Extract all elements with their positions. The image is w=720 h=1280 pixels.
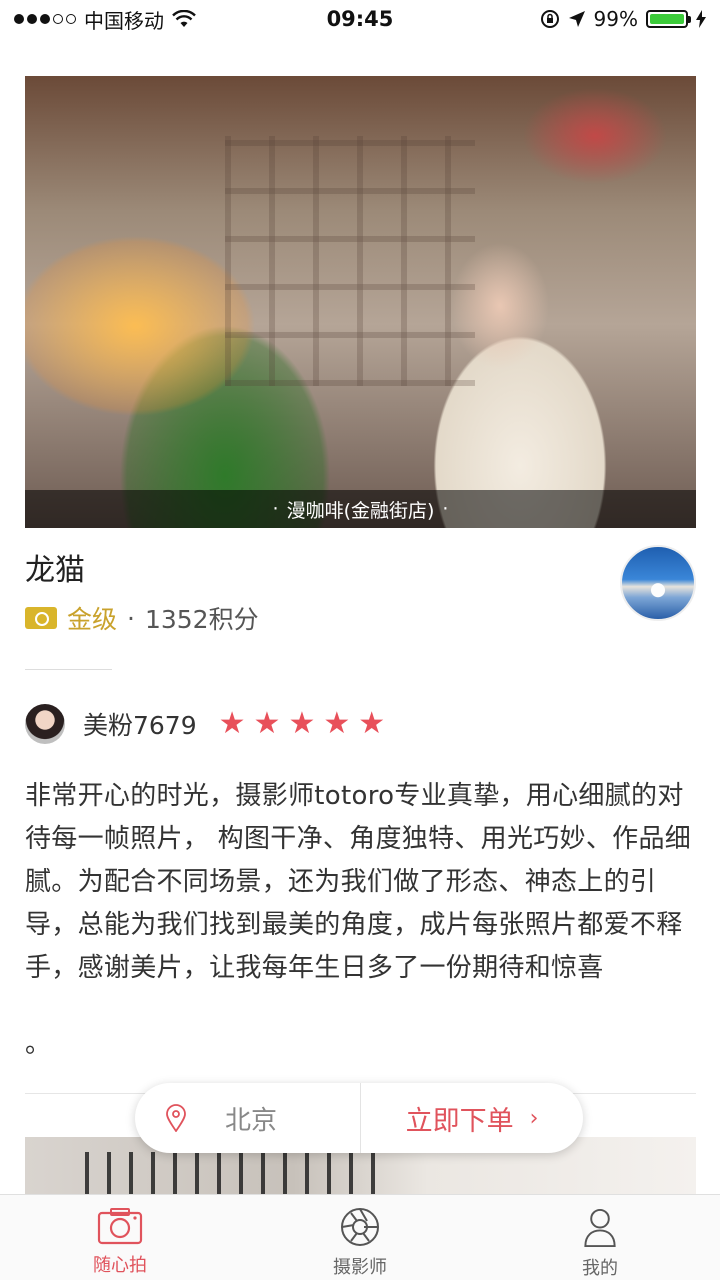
hero-photo[interactable]: · 漫咖啡(金融街店) · [25, 76, 696, 528]
status-bar: 中国移动 09:45 99% [0, 0, 720, 38]
status-left: 中国移动 [14, 5, 196, 34]
battery-percent: 99% [593, 7, 638, 31]
star-icon: ★ [323, 706, 351, 741]
review-text-end: 。 [25, 1029, 52, 1059]
tab-label: 我的 [582, 1258, 618, 1279]
order-now-button[interactable]: 立即下单 › [361, 1083, 583, 1153]
photo-background-shelves [225, 136, 475, 386]
tab-mine[interactable]: 我的 [480, 1195, 720, 1280]
chevron-right-icon: › [529, 1105, 539, 1131]
photographer-name: 龙猫 [25, 553, 85, 588]
camera-badge-icon [25, 607, 57, 629]
camera-icon [97, 1208, 143, 1245]
photo-railing [85, 1152, 385, 1197]
reviewer-name: 美粉7679 [83, 711, 197, 740]
status-right: 99% [540, 7, 706, 31]
order-now-label: 立即下单 [405, 1105, 514, 1137]
divider [25, 669, 112, 670]
aperture-icon [341, 1208, 379, 1246]
tab-label: 随心拍 [93, 1255, 147, 1276]
battery-icon [646, 10, 691, 28]
tab-photographer[interactable]: 摄影师 [240, 1195, 480, 1280]
review-text: 非常开心的时光，摄影师totoro专业真挚，用心细腻的对待每一帧照片， 构图干净… [25, 781, 692, 983]
location-pin-icon [166, 1104, 186, 1132]
level-label: 金级 [67, 605, 118, 634]
level-row: 金级 · 1352积分 [25, 600, 259, 636]
review-header: 美粉7679 ★ ★ ★ ★ ★ [25, 704, 385, 744]
location-arrow-icon [568, 11, 585, 27]
star-icon: ★ [358, 706, 386, 741]
tab-label: 摄影师 [333, 1257, 387, 1278]
caption-text: 漫咖啡(金融街店) [286, 499, 435, 522]
star-icon: ★ [218, 706, 246, 741]
points-label: 1352积分 [144, 605, 259, 634]
rating-stars: ★ ★ ★ ★ ★ [219, 709, 386, 739]
charging-bolt-icon [696, 10, 706, 28]
level-separator: · [127, 603, 135, 633]
star-icon: ★ [253, 706, 281, 741]
battery-fill [650, 14, 684, 24]
photographer-avatar[interactable] [620, 545, 696, 621]
location-caption: · 漫咖啡(金融街店) · [25, 490, 696, 528]
caption-dot-left: · [272, 498, 279, 520]
city-label: 北京 [225, 1105, 278, 1136]
wifi-icon [172, 10, 196, 27]
caption-dot-right: · [442, 498, 449, 520]
screen: 中国移动 09:45 99% · 漫咖啡(金融街店) · 龙猫 金级 · 135… [0, 0, 720, 1280]
tab-bar: 随心拍 摄影师 我的 [0, 1194, 720, 1280]
person-icon [584, 1208, 616, 1248]
tab-suixinpai[interactable]: 随心拍 [0, 1195, 240, 1280]
rotation-lock-icon [540, 10, 559, 28]
carrier-label: 中国移动 [84, 8, 164, 33]
order-bar: 北京 立即下单 › [135, 1083, 583, 1153]
star-icon: ★ [288, 706, 316, 741]
reviewer-avatar[interactable] [25, 704, 65, 744]
city-selector[interactable]: 北京 [135, 1083, 360, 1153]
signal-strength-icon [14, 14, 76, 24]
